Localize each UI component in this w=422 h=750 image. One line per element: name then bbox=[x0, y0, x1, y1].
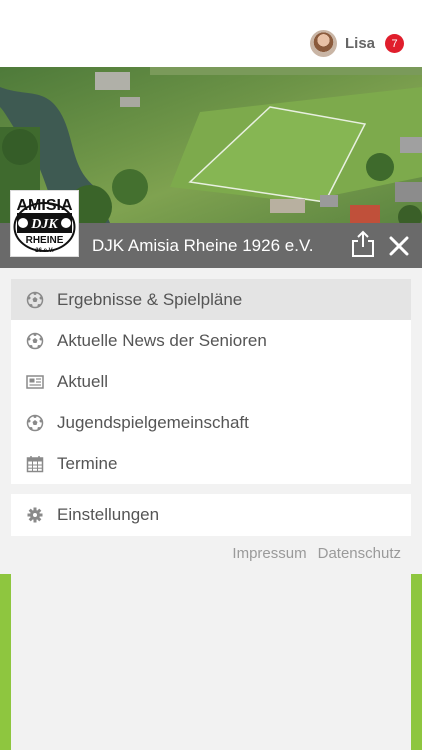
club-logo: AMISIA DJK RHEINE 26 e.V. bbox=[10, 190, 79, 257]
menu-item-news-senioren[interactable]: Aktuelle News der Senioren bbox=[11, 320, 411, 361]
menu-item-label: Aktuell bbox=[57, 371, 109, 391]
soccer-ball-icon bbox=[26, 414, 44, 431]
navigation-menu: Ergebnisse & Spielpläne Aktuelle News de… bbox=[11, 279, 411, 484]
logo-text-top: AMISIA bbox=[17, 197, 73, 214]
menu-item-label: Aktuelle News der Senioren bbox=[57, 330, 267, 350]
logo-text-mid: DJK bbox=[30, 217, 59, 232]
newspaper-icon bbox=[26, 374, 44, 389]
club-name: DJK Amisia Rheine 1926 e.V. bbox=[92, 236, 314, 255]
settings-label: Einstellungen bbox=[57, 505, 160, 524]
accent-bar-left bbox=[0, 574, 11, 750]
close-button[interactable] bbox=[387, 234, 411, 258]
menu-item-ergebnisse[interactable]: Ergebnisse & Spielpläne bbox=[11, 279, 411, 320]
gear-icon bbox=[27, 507, 43, 523]
datenschutz-link[interactable]: Datenschutz bbox=[318, 545, 401, 562]
accent-bar-right bbox=[411, 574, 422, 750]
menu-item-jugendspielgemeinschaft[interactable]: Jugendspielgemeinschaft bbox=[11, 402, 411, 443]
club-logo-emblem: AMISIA DJK RHEINE 26 e.V. bbox=[11, 191, 78, 256]
soccer-ball-icon bbox=[26, 291, 44, 308]
menu-item-label: Jugendspielgemeinschaft bbox=[57, 412, 249, 432]
logo-text-year: 26 e.V. bbox=[35, 248, 54, 254]
impressum-link[interactable]: Impressum bbox=[232, 545, 306, 562]
footer-links: Impressum Datenschutz bbox=[232, 545, 401, 562]
user-profile[interactable]: Lisa 7 bbox=[309, 30, 404, 57]
share-icon bbox=[352, 230, 374, 257]
menu-item-einstellungen[interactable]: Einstellungen bbox=[11, 494, 411, 536]
top-bar: Lisa 7 bbox=[0, 0, 422, 67]
content-area bbox=[0, 574, 422, 750]
soccer-ball-icon bbox=[26, 332, 44, 349]
logo-text-bottom: RHEINE bbox=[26, 235, 64, 246]
calendar-icon bbox=[26, 455, 44, 472]
avatar[interactable] bbox=[309, 30, 337, 57]
close-icon bbox=[389, 236, 409, 256]
user-name[interactable]: Lisa bbox=[345, 35, 375, 52]
menu-item-label: Termine bbox=[57, 453, 118, 473]
notification-badge[interactable]: 7 bbox=[385, 34, 404, 53]
menu-item-label: Ergebnisse & Spielpläne bbox=[57, 289, 243, 309]
menu-item-termine[interactable]: Termine bbox=[11, 443, 411, 484]
share-button[interactable] bbox=[350, 230, 376, 258]
menu-item-aktuell[interactable]: Aktuell bbox=[11, 361, 411, 402]
